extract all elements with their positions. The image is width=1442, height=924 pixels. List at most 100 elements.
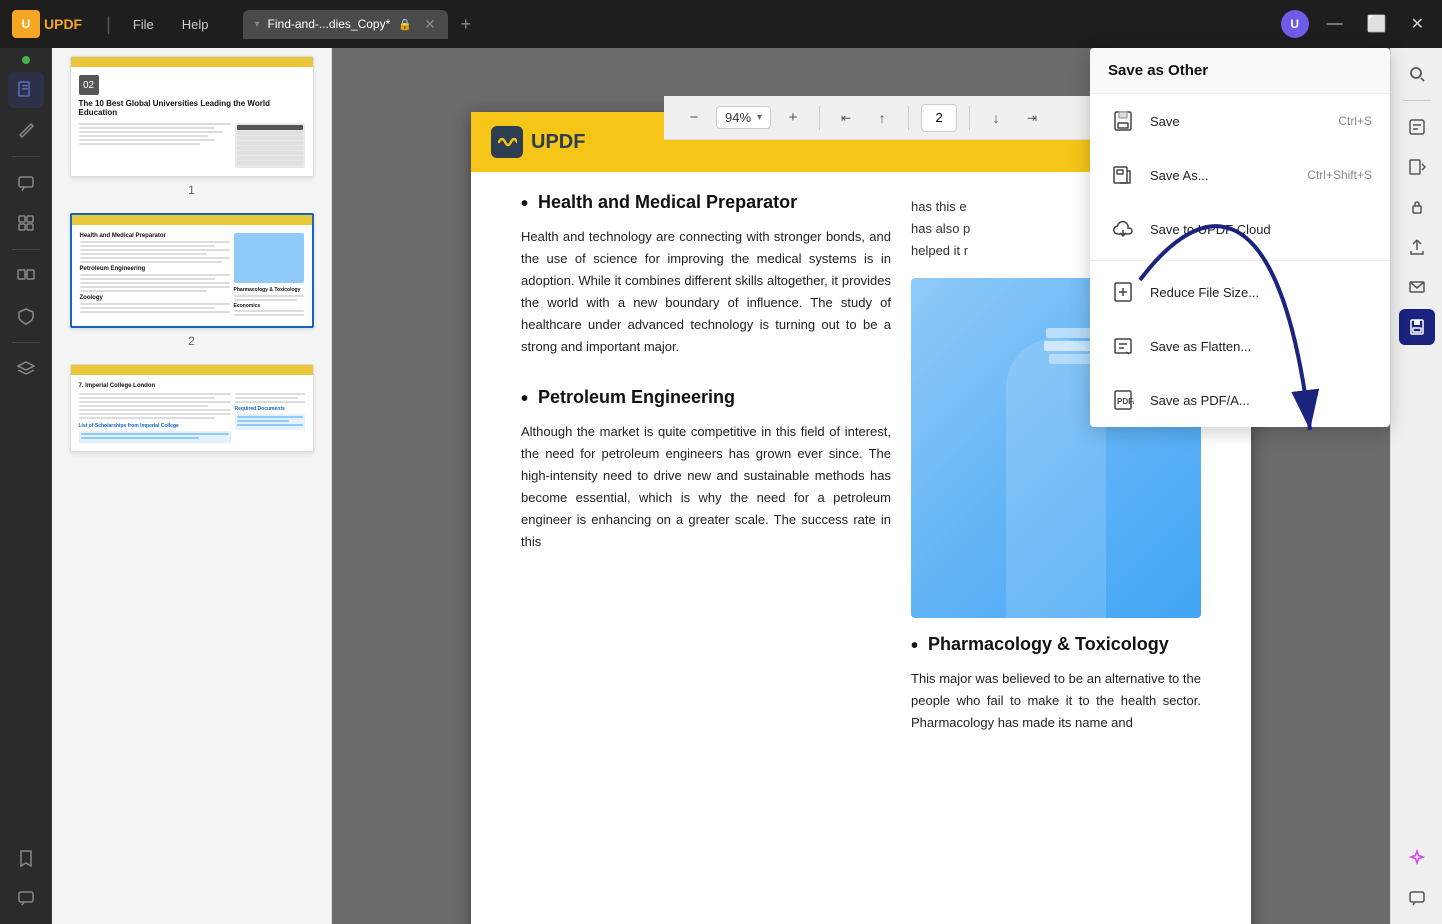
thumb-img-1: 02 The 10 Best Global Universities Leadi… [70, 56, 314, 177]
right-btn-convert[interactable] [1399, 149, 1435, 185]
right-btn-chat[interactable] [1399, 880, 1435, 916]
sidebar-divider-2 [12, 249, 40, 250]
user-avatar[interactable]: U [1281, 10, 1309, 38]
save-as-other-panel: Save as Other Save Ctrl+S Save As... Ctr… [1090, 48, 1390, 427]
sidebar-divider-3 [12, 342, 40, 343]
title-bar: U UPDF | File Help ▾ Find-and-...dies_Co… [0, 0, 1442, 48]
right-btn-email[interactable] [1399, 269, 1435, 305]
nav-first-button[interactable]: ⇤ [832, 104, 860, 132]
tab-add-button[interactable]: + [452, 10, 480, 38]
right-btn-search[interactable] [1399, 56, 1435, 92]
menu-file[interactable]: File [123, 13, 164, 36]
tab-active[interactable]: ▾ Find-and-...dies_Copy* 🔒 ✕ [243, 10, 448, 39]
thumbnail-1[interactable]: 02 The 10 Best Global Universities Leadi… [60, 56, 323, 197]
app-name: UPDF [44, 16, 82, 32]
thumb-body-1 [79, 123, 305, 168]
save-as-label: Save As... [1150, 168, 1295, 183]
save-as-icon [1108, 160, 1138, 190]
thumb-content-2: Health and Medical Preparator Petroleum … [72, 225, 312, 326]
maximize-button[interactable]: ⬜ [1361, 10, 1393, 38]
thumb-num-badge-1: 02 [79, 75, 99, 95]
save-option-pdfa[interactable]: PDF/A Save as PDF/A... [1090, 373, 1390, 427]
thumb-label-2: 2 [60, 334, 323, 348]
thumb-label-1: 1 [60, 183, 323, 197]
sidebar-icon-protect[interactable] [8, 298, 44, 334]
save-option-save-as[interactable]: Save As... Ctrl+Shift+S [1090, 148, 1390, 202]
save-label: Save [1150, 114, 1326, 129]
toolbar-sep-3 [969, 106, 970, 130]
thumb-top-bar-2 [72, 215, 312, 225]
sidebar-icon-edit[interactable] [8, 112, 44, 148]
flatten-label: Save as Flatten... [1150, 339, 1372, 354]
bullet-dot-2: • [521, 388, 528, 411]
close-button[interactable]: ✕ [1405, 10, 1430, 38]
sidebar-icon-pages[interactable] [8, 72, 44, 108]
save-as-shortcut: Ctrl+Shift+S [1307, 168, 1372, 182]
left-sidebar [0, 48, 52, 924]
section-petroleum-body: Although the market is quite competitive… [521, 421, 891, 554]
zoom-in-button[interactable]: + [779, 104, 807, 132]
tab-dropdown-icon: ▾ [255, 19, 260, 30]
zoom-dropdown-icon[interactable]: ▾ [757, 112, 762, 123]
sidebar-icon-organize[interactable] [8, 205, 44, 241]
save-panel-title: Save as Other [1090, 48, 1390, 94]
menu-help[interactable]: Help [172, 13, 219, 36]
save-icon [1108, 106, 1138, 136]
section-health: • Health and Medical Preparator Health a… [521, 192, 891, 359]
toolbar-sep-1 [819, 106, 820, 130]
save-option-cloud[interactable]: Save to UPDF Cloud [1090, 202, 1390, 256]
tab-name: Find-and-...dies_Copy* [268, 17, 391, 31]
thumb-top-bar-1 [71, 57, 313, 67]
toolbar-sep-2 [908, 106, 909, 130]
status-dot [22, 56, 30, 64]
sidebar-icon-chat[interactable] [8, 880, 44, 916]
minimize-button[interactable]: — [1321, 11, 1349, 37]
thumb-img-2: Health and Medical Preparator Petroleum … [70, 213, 314, 328]
nav-prev-button[interactable]: ↑ [868, 104, 896, 132]
tab-close-icon[interactable]: ✕ [424, 16, 436, 33]
pdf-logo-text: UPDF [531, 131, 585, 154]
nav-last-button[interactable]: ⇥ [1018, 104, 1046, 132]
right-btn-protect[interactable] [1399, 189, 1435, 225]
thumbnail-panel[interactable]: 02 The 10 Best Global Universities Leadi… [52, 48, 332, 924]
zoom-display: 94% ▾ [716, 106, 771, 129]
pdf-left-col: • Health and Medical Preparator Health a… [521, 192, 891, 735]
sidebar-icon-bookmark[interactable] [8, 840, 44, 876]
sidebar-icon-comment[interactable] [8, 165, 44, 201]
right-btn-ocr[interactable] [1399, 109, 1435, 145]
pdfa-label: Save as PDF/A... [1150, 393, 1372, 408]
save-option-flatten[interactable]: Save as Flatten... [1090, 319, 1390, 373]
zoom-out-button[interactable]: − [680, 104, 708, 132]
thumb-top-bar-3 [71, 365, 313, 375]
thumb-title-1: The 10 Best Global Universities Leading … [79, 99, 305, 117]
right-divider-1 [1403, 100, 1431, 101]
app-logo-icon: U [12, 10, 40, 38]
reduce-icon [1108, 277, 1138, 307]
save-option-reduce[interactable]: Reduce File Size... [1090, 265, 1390, 319]
section-petroleum-title: • Petroleum Engineering [521, 387, 891, 411]
thumb-title-3: 7. Imperial College London [79, 383, 305, 389]
pdf-logo: UPDF [491, 126, 585, 158]
section-pharmacology: • Pharmacology & Toxicology This major w… [911, 634, 1201, 734]
thumbnail-3[interactable]: 7. Imperial College London List of Schol… [60, 364, 323, 452]
right-btn-save-active[interactable] [1399, 309, 1435, 345]
cloud-label: Save to UPDF Cloud [1150, 222, 1372, 237]
title-separator: | [106, 14, 111, 35]
thumbnail-2[interactable]: Health and Medical Preparator Petroleum … [60, 213, 323, 348]
section-pharm-title: • Pharmacology & Toxicology [911, 634, 1201, 658]
sidebar-icon-layers[interactable] [8, 351, 44, 387]
nav-next-button[interactable]: ↓ [982, 104, 1010, 132]
section-health-body: Health and technology are connecting wit… [521, 226, 891, 359]
app-logo: U UPDF [12, 10, 82, 38]
pdf-logo-icon [491, 126, 523, 158]
right-btn-ai[interactable] [1399, 840, 1435, 876]
right-btn-share[interactable] [1399, 229, 1435, 265]
sidebar-icon-merge[interactable] [8, 258, 44, 294]
tab-bar: ▾ Find-and-...dies_Copy* 🔒 ✕ + [243, 10, 480, 39]
page-number-input[interactable] [921, 104, 957, 132]
svg-text:PDF/A: PDF/A [1117, 397, 1134, 406]
sidebar-divider-1 [12, 156, 40, 157]
save-shortcut: Ctrl+S [1338, 114, 1372, 128]
save-option-save[interactable]: Save Ctrl+S [1090, 94, 1390, 148]
cloud-icon [1108, 214, 1138, 244]
